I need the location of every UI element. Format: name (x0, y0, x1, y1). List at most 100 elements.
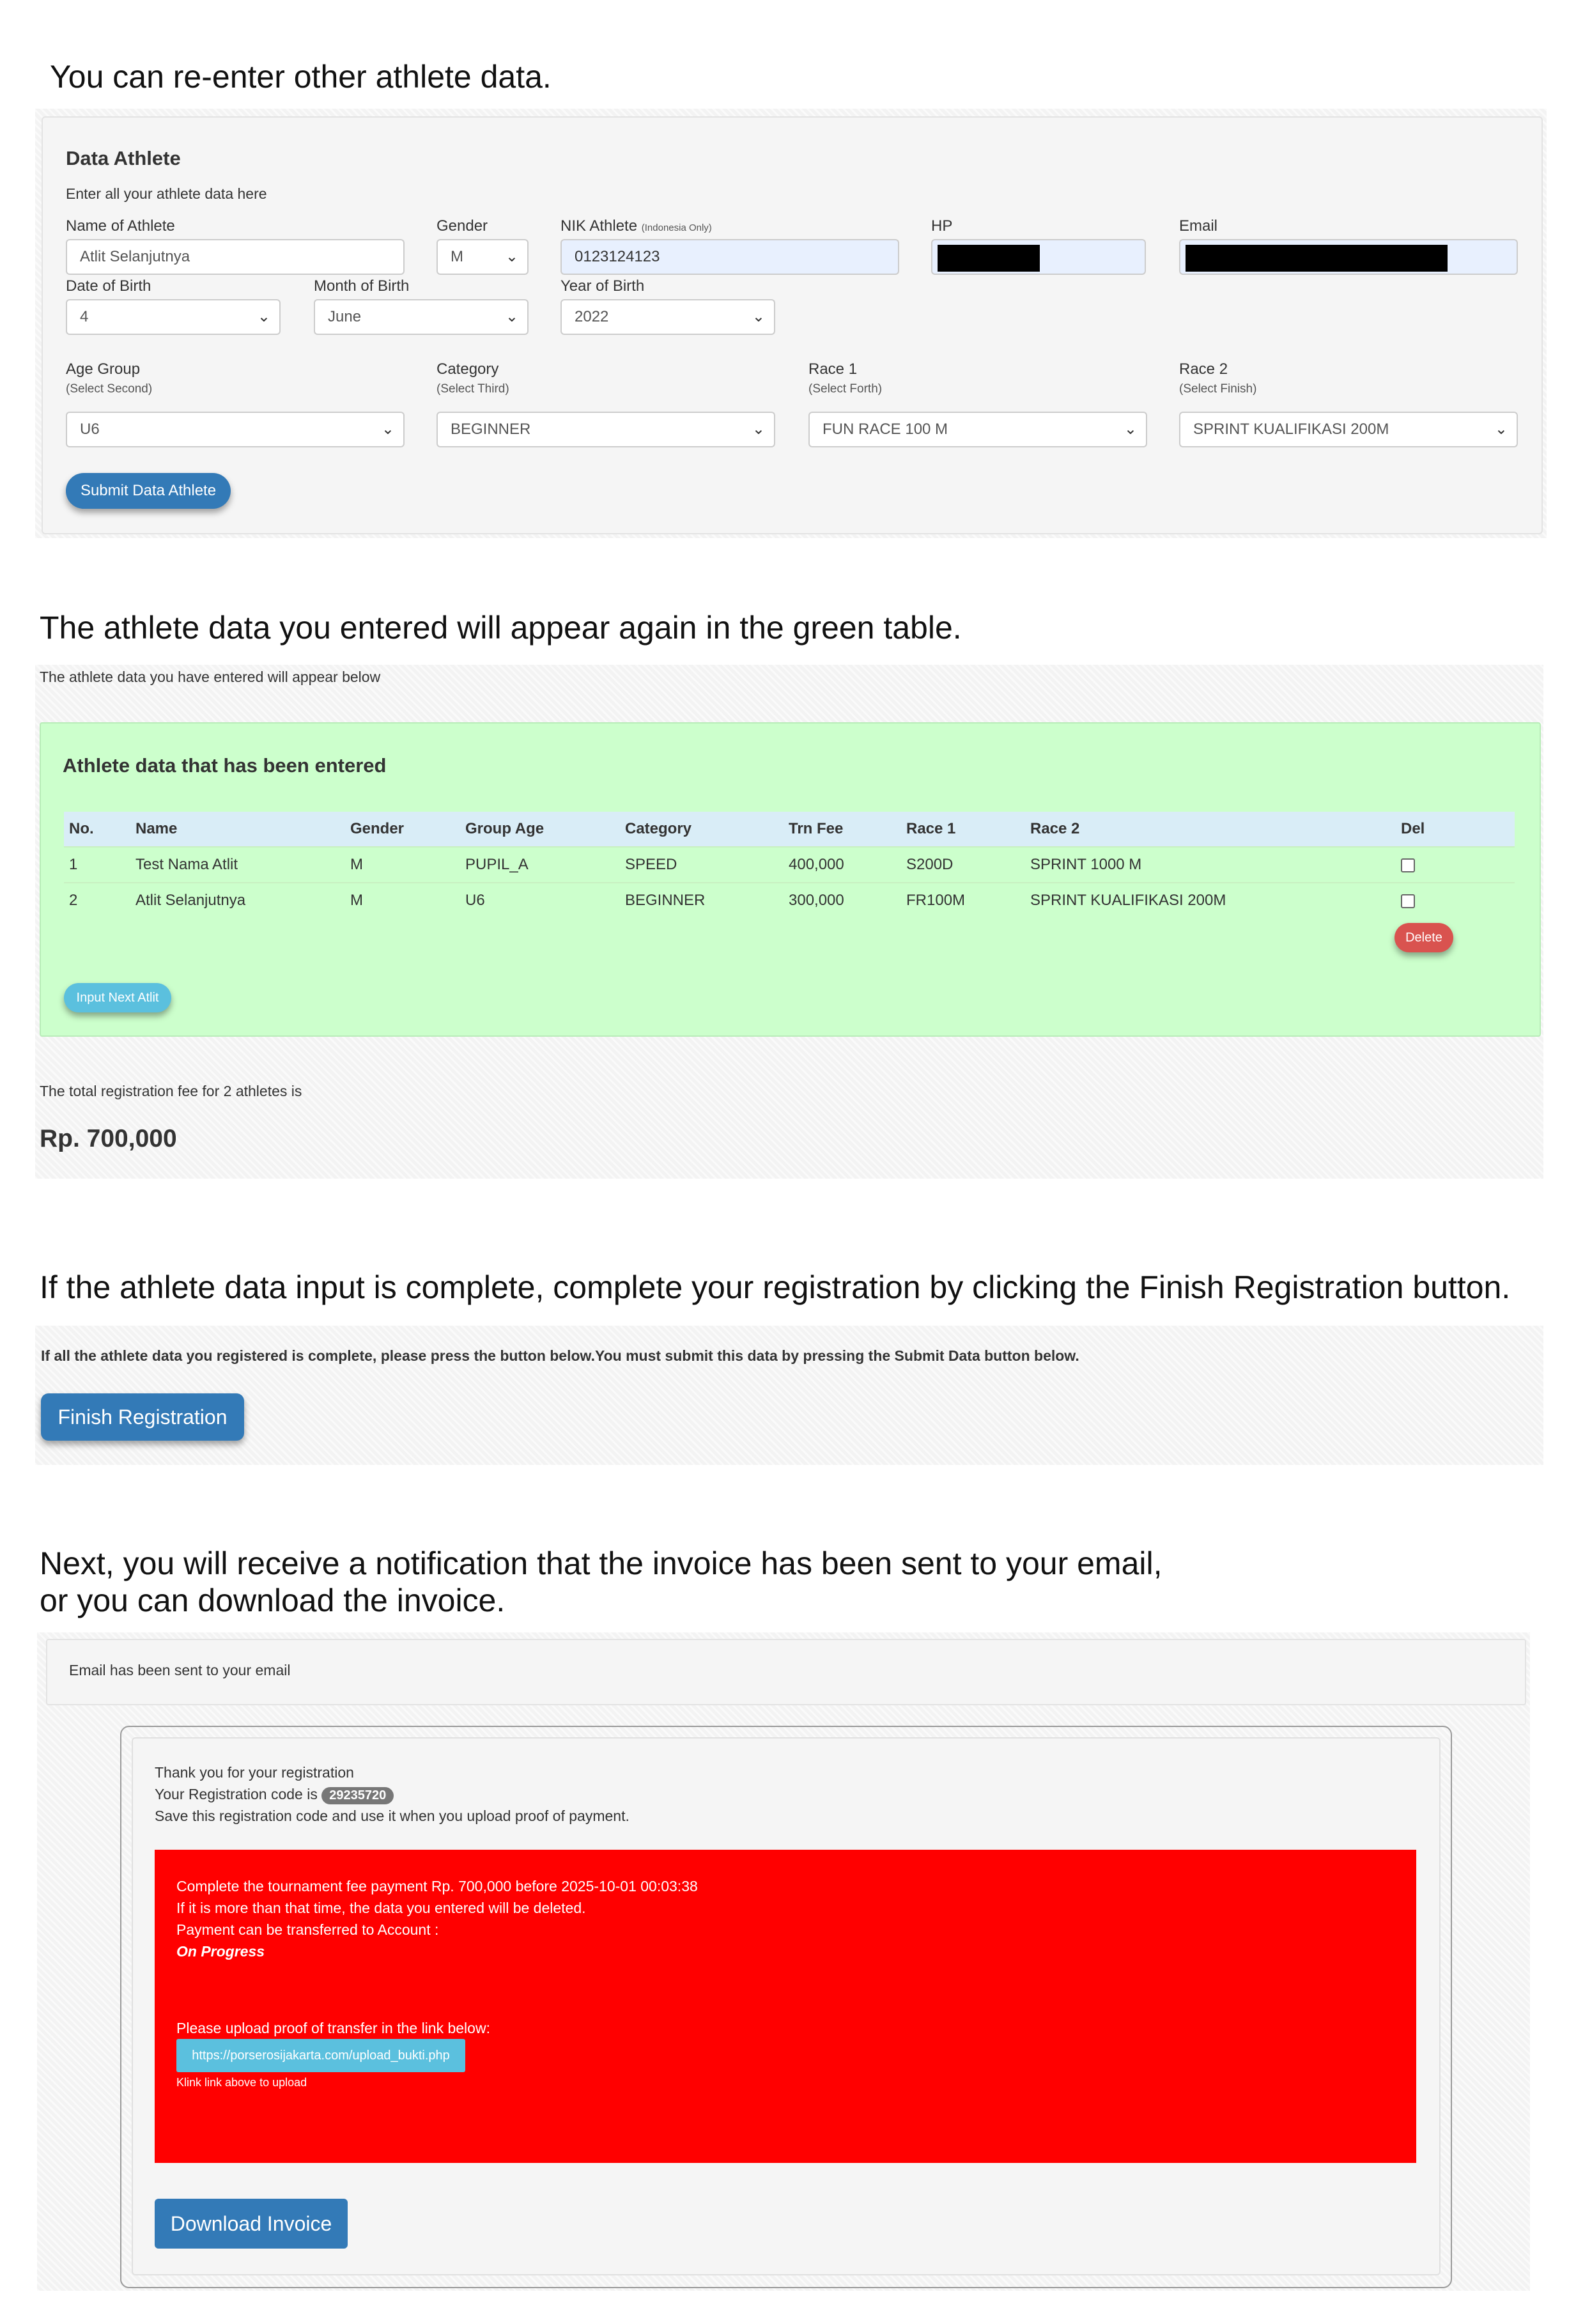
invoice-inner-panel: Thank you for your registration Your Reg… (132, 1737, 1441, 2275)
athlete-table-panel: Athlete data that has been entered No. N… (40, 722, 1541, 1037)
cell-group-age: U6 (460, 882, 620, 918)
race1-label: Race 1 (808, 360, 858, 378)
col-header-no: No. (64, 812, 130, 847)
alert-line-1: Complete the tournament fee payment Rp. … (176, 1878, 698, 1894)
mob-label: Month of Birth (314, 277, 410, 295)
table-row: 2 Atlit Selanjutnya M U6 BEGINNER 300,00… (64, 882, 1515, 918)
gender-select[interactable]: M ⌄ (436, 239, 529, 275)
hp-redaction (938, 245, 1040, 272)
cell-no: 2 (64, 882, 130, 918)
caption-step-1: You can re-enter other athlete data. (50, 59, 552, 95)
col-header-del: Del (1396, 812, 1515, 847)
chevron-down-icon: ⌄ (505, 308, 518, 325)
cell-del (1396, 846, 1515, 883)
alert-line-3: Payment can be transferred to Account : (176, 1921, 439, 1938)
form-subtitle: Enter all your athlete data here (66, 185, 267, 202)
caption-step-4-line1: Next, you will receive a notification th… (40, 1545, 1163, 1581)
race1-select[interactable]: FUN RACE 100 M ⌄ (808, 412, 1147, 447)
table-row: 1 Test Nama Atlit M PUPIL_A SPEED 400,00… (64, 846, 1515, 883)
cell-category: SPEED (620, 846, 784, 883)
form-title: Data Athlete (66, 147, 181, 169)
upload-link-button[interactable]: https://porserosijakarta.com/upload_bukt… (176, 2039, 465, 2072)
table-intro: The athlete data you have entered will a… (40, 669, 381, 685)
athlete-table: No. Name Gender Group Age Category Trn F… (64, 812, 1515, 918)
cell-group-age: PUPIL_A (460, 846, 620, 883)
col-header-race2: Race 2 (1025, 812, 1396, 847)
registration-code-line: Your Registration code is 29235720 (155, 1786, 394, 1804)
total-amount: Rp. 700,000 (40, 1125, 177, 1152)
cell-trn-fee: 300,000 (784, 882, 901, 918)
cell-gender: M (345, 846, 460, 883)
name-label: Name of Athlete (66, 217, 175, 235)
email-sent-text: Email has been sent to your email (69, 1662, 291, 1678)
email-redaction (1186, 245, 1448, 272)
data-athlete-panel: Data Athlete Enter all your athlete data… (42, 116, 1543, 534)
payment-alert-box: Complete the tournament fee payment Rp. … (155, 1850, 1416, 2163)
col-header-name: Name (130, 812, 345, 847)
yob-select[interactable]: 2022 ⌄ (560, 299, 775, 335)
finish-registration-button[interactable]: Finish Registration (41, 1393, 244, 1441)
age-group-note: (Select Second) (66, 382, 153, 396)
category-select[interactable]: BEGINNER ⌄ (436, 412, 775, 447)
cell-category: BEGINNER (620, 882, 784, 918)
chevron-down-icon: ⌄ (752, 421, 765, 438)
payment-status: On Progress (176, 1943, 265, 1960)
save-note: Save this registration code and use it w… (155, 1808, 630, 1824)
cell-gender: M (345, 882, 460, 918)
race2-select[interactable]: SPRINT KUALIFIKASI 200M ⌄ (1179, 412, 1518, 447)
dob-label: Date of Birth (66, 277, 151, 295)
cell-trn-fee: 400,000 (784, 846, 901, 883)
delete-button[interactable]: Delete (1394, 923, 1453, 952)
cell-race1: S200D (901, 846, 1025, 883)
race1-note: (Select Forth) (808, 382, 883, 396)
total-text: The total registration fee for 2 athlete… (40, 1083, 302, 1099)
dob-select[interactable]: 4 ⌄ (66, 299, 281, 335)
race2-label: Race 2 (1179, 360, 1228, 378)
category-note: (Select Third) (436, 382, 509, 396)
delete-checkbox[interactable] (1401, 894, 1415, 908)
submit-data-athlete-button[interactable]: Submit Data Athlete (66, 473, 231, 509)
cell-name: Atlit Selanjutnya (130, 882, 345, 918)
mob-select[interactable]: June ⌄ (314, 299, 529, 335)
caption-step-4-line2: or you can download the invoice. (40, 1583, 506, 1618)
col-header-category: Category (620, 812, 784, 847)
gender-label: Gender (436, 217, 488, 235)
cell-name: Test Nama Atlit (130, 846, 345, 883)
chevron-down-icon: ⌄ (505, 248, 518, 265)
category-label: Category (436, 360, 499, 378)
email-label: Email (1179, 217, 1218, 235)
hp-label: HP (931, 217, 953, 235)
upload-prompt: Please upload proof of transfer in the l… (176, 2020, 490, 2036)
email-notice-panel: Email has been sent to your email (46, 1639, 1526, 1705)
chevron-down-icon: ⌄ (257, 308, 270, 325)
registration-code-badge: 29235720 (321, 1787, 394, 1804)
col-header-group-age: Group Age (460, 812, 620, 847)
race2-note: (Select Finish) (1179, 382, 1257, 396)
col-header-trn-fee: Trn Fee (784, 812, 901, 847)
col-header-gender: Gender (345, 812, 460, 847)
age-group-label: Age Group (66, 360, 141, 378)
name-input[interactable]: Atlit Selanjutnya (66, 239, 405, 275)
cell-no: 1 (64, 846, 130, 883)
thanks-text: Thank you for your registration (155, 1764, 354, 1781)
finish-section (35, 1326, 1543, 1465)
age-group-select[interactable]: U6 ⌄ (66, 412, 405, 447)
input-next-atlit-button[interactable]: Input Next Atlit (64, 983, 171, 1012)
download-invoice-button[interactable]: Download Invoice (155, 2199, 348, 2249)
delete-checkbox[interactable] (1401, 858, 1415, 872)
chevron-down-icon: ⌄ (1494, 421, 1508, 438)
invoice-outer-frame: Thank you for your registration Your Reg… (120, 1726, 1452, 2288)
cell-race2: SPRINT KUALIFIKASI 200M (1025, 882, 1396, 918)
table-header-row: No. Name Gender Group Age Category Trn F… (64, 812, 1515, 847)
upload-hint: Klink link above to upload (176, 2076, 307, 2089)
caption-step-2: The athlete data you entered will appear… (40, 610, 962, 646)
col-header-race1: Race 1 (901, 812, 1025, 847)
nik-input[interactable]: 0123124123 (560, 239, 899, 275)
chevron-down-icon: ⌄ (752, 308, 765, 325)
yob-label: Year of Birth (560, 277, 645, 295)
table-title: Athlete data that has been entered (63, 754, 387, 777)
chevron-down-icon: ⌄ (1124, 421, 1137, 438)
alert-line-2: If it is more than that time, the data y… (176, 1900, 586, 1916)
nik-label: NIK Athlete (Indonesia Only) (560, 217, 712, 235)
finish-notice: If all the athlete data you registered i… (41, 1347, 1079, 1364)
